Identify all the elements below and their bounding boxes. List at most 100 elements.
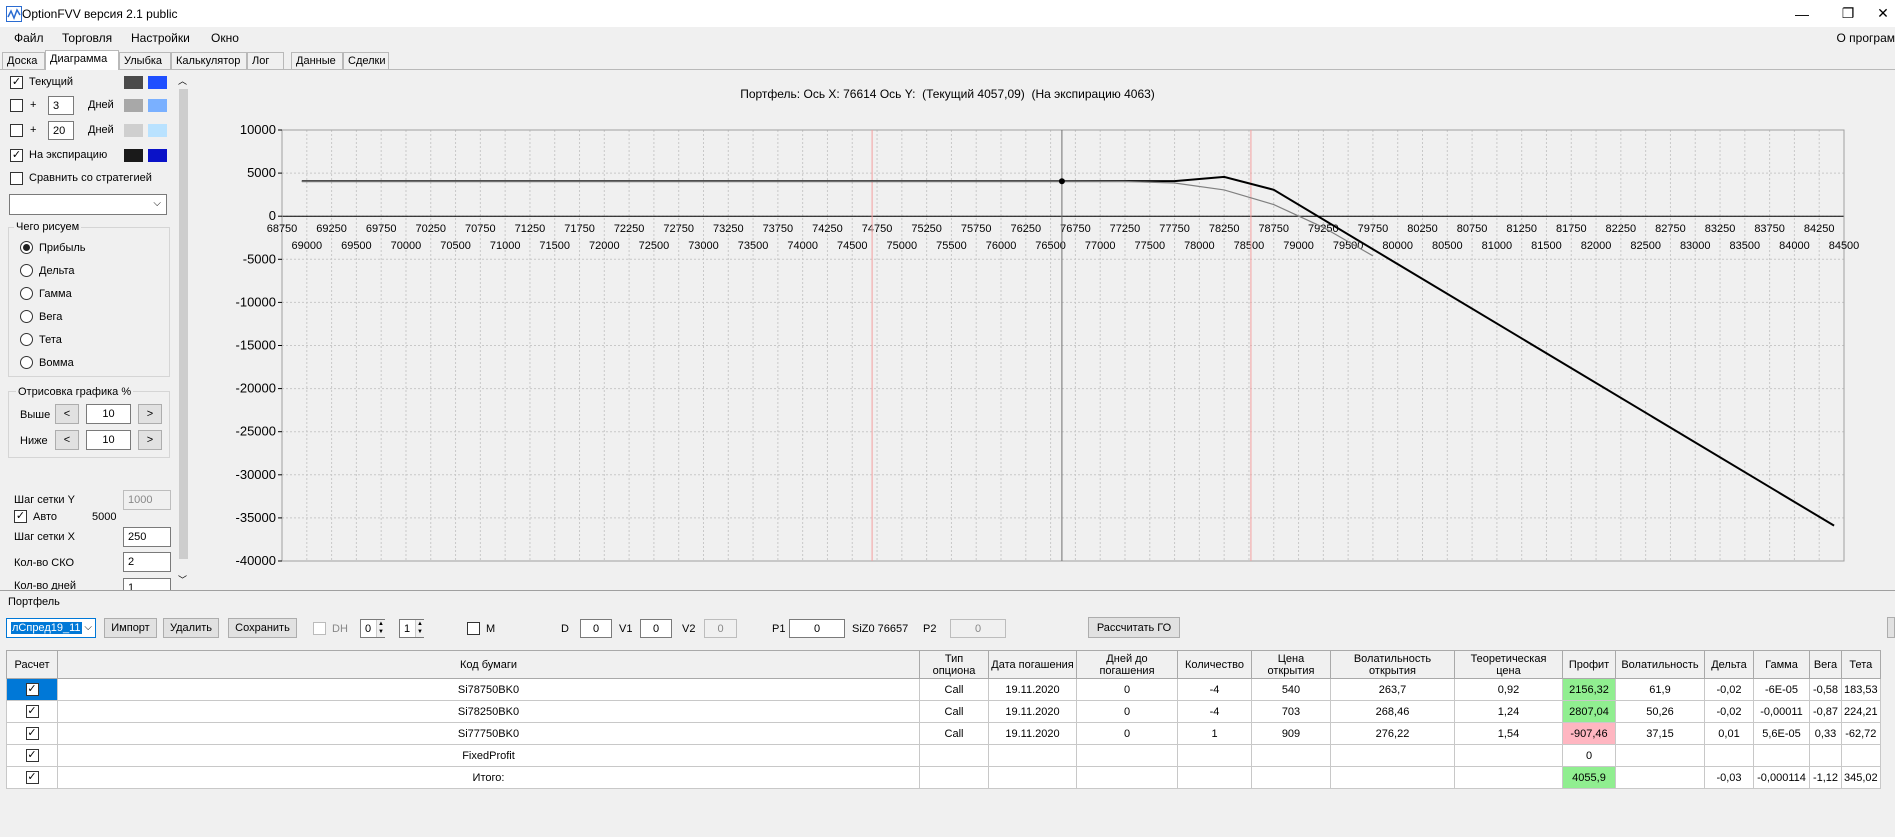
calc-margin-button[interactable]: Рассчитать ГО bbox=[1088, 617, 1180, 638]
x-tick-label: 69500 bbox=[341, 240, 372, 252]
dh-checkbox[interactable] bbox=[313, 622, 326, 635]
x-tick-label: 80750 bbox=[1457, 223, 1488, 235]
cell-vega: -1,12 bbox=[1809, 766, 1842, 789]
col-header-profit[interactable]: Профит bbox=[1562, 650, 1616, 679]
portfolio-select[interactable]: лСпред19_11 ⌵ bbox=[6, 618, 96, 638]
v2-input[interactable]: 0 bbox=[704, 619, 737, 638]
spin1-arrows-icon[interactable]: ▲ ▼ bbox=[376, 620, 385, 637]
calc-cell[interactable]: ✓ bbox=[6, 766, 58, 789]
x-tick-label: 77000 bbox=[1085, 240, 1116, 252]
x-tick-label: 82750 bbox=[1655, 223, 1686, 235]
spin2-arrows-icon[interactable]: ▲ ▼ bbox=[415, 620, 424, 637]
x-tick-label: 74000 bbox=[787, 240, 818, 252]
v1-label: V1 bbox=[619, 623, 633, 635]
cell-days bbox=[1076, 744, 1178, 767]
col-header-delta[interactable]: Дельта bbox=[1704, 650, 1754, 679]
col-header-date[interactable]: Дата погашения bbox=[988, 650, 1077, 679]
x-tick-label: 70500 bbox=[440, 240, 471, 252]
col-header-price[interactable]: Цена открытия bbox=[1251, 650, 1331, 679]
cell-date bbox=[988, 766, 1077, 789]
cell-gamma: 5,6E-05 bbox=[1753, 722, 1810, 745]
x-tick-label: 75000 bbox=[887, 240, 918, 252]
cell-theta: 224,21 bbox=[1841, 700, 1881, 723]
tab-diagram[interactable]: Диаграмма bbox=[45, 50, 119, 70]
cell-code: Si78750BK0 bbox=[57, 678, 920, 701]
delete-button[interactable]: Удалить bbox=[163, 618, 219, 638]
p1-input[interactable]: 0 bbox=[789, 619, 845, 638]
col-header-vega[interactable]: Вега bbox=[1809, 650, 1842, 679]
x-tick-label: 83250 bbox=[1705, 223, 1736, 235]
cell-vol: 61,9 bbox=[1615, 678, 1705, 701]
x-tick-label: 78500 bbox=[1234, 240, 1265, 252]
cell-delta bbox=[1704, 744, 1754, 767]
table-row[interactable]: ✓ Si77750BK0 Call 19.11.2020 0 1 909 276,22 1,54… bbox=[6, 722, 1881, 745]
calc-checkbox[interactable]: ✓ bbox=[25, 771, 39, 784]
calc-cell[interactable]: ✓ bbox=[6, 678, 58, 701]
p2-label: P2 bbox=[923, 623, 937, 635]
calc-cell[interactable]: ✓ bbox=[6, 744, 58, 767]
x-tick-label: 74500 bbox=[837, 240, 868, 252]
cell-qty: 1 bbox=[1177, 722, 1252, 745]
x-tick-label: 79750 bbox=[1358, 223, 1389, 235]
cell-vol: 37,15 bbox=[1615, 722, 1705, 745]
cell-gamma: -0,00011 bbox=[1753, 700, 1810, 723]
p2-input[interactable]: 0 bbox=[950, 619, 1006, 638]
table-row[interactable]: ✓ Si78250BK0 Call 19.11.2020 0 -4 703 268,46 1,2… bbox=[6, 700, 1881, 723]
y-tick-label: -30000 bbox=[236, 467, 276, 482]
col-header-gamma[interactable]: Гамма bbox=[1753, 650, 1810, 679]
d-input[interactable]: 0 bbox=[580, 619, 612, 638]
cell-theta: 345,02 bbox=[1841, 766, 1881, 789]
col-header-days[interactable]: Дней до погашения bbox=[1076, 650, 1178, 679]
calc-cell[interactable]: ✓ bbox=[6, 700, 58, 723]
clipped-button[interactable] bbox=[1887, 617, 1895, 638]
cell-qty: -4 bbox=[1177, 678, 1252, 701]
x-tick-label: 80000 bbox=[1382, 240, 1413, 252]
cell-vega bbox=[1809, 744, 1842, 767]
table-row[interactable]: ✓ Итого: 4055,9 -0,03 -0,000114 -1,12 345,02 bbox=[6, 766, 1881, 789]
cell-vol-open bbox=[1330, 766, 1455, 789]
cell-profit: -907,46 bbox=[1562, 722, 1616, 745]
x-tick-label: 71250 bbox=[515, 223, 546, 235]
col-header-code[interactable]: Код бумаги bbox=[57, 650, 920, 679]
calc-checkbox[interactable]: ✓ bbox=[25, 749, 39, 762]
y-tick-label: -15000 bbox=[236, 338, 276, 353]
calc-cell[interactable]: ✓ bbox=[6, 722, 58, 745]
p1-label: P1 bbox=[772, 623, 786, 635]
table-row[interactable]: ✓ FixedProfit 0 bbox=[6, 744, 1881, 767]
cell-date: 19.11.2020 bbox=[988, 678, 1077, 701]
col-header-vol-open[interactable]: Волатильность открытия bbox=[1330, 650, 1455, 679]
portfolio-select-value: лСпред19_11 bbox=[11, 622, 82, 634]
x-tick-label: 74750 bbox=[862, 223, 893, 235]
cell-type bbox=[919, 744, 989, 767]
col-header-qty[interactable]: Количество bbox=[1177, 650, 1252, 679]
y-tick-label: 10000 bbox=[240, 122, 276, 137]
cell-vol-open: 263,7 bbox=[1330, 678, 1455, 701]
v2-label: V2 bbox=[682, 623, 696, 635]
col-header-theo[interactable]: Теоретическая цена bbox=[1454, 650, 1563, 679]
col-header-vol[interactable]: Волатильность bbox=[1615, 650, 1705, 679]
col-header-theta[interactable]: Тета bbox=[1841, 650, 1881, 679]
m-label: M bbox=[486, 623, 496, 635]
x-tick-label: 75500 bbox=[936, 240, 967, 252]
x-tick-label: 82250 bbox=[1606, 223, 1637, 235]
cell-profit: 2807,04 bbox=[1562, 700, 1616, 723]
cell-code: Итого: bbox=[57, 766, 920, 789]
m-checkbox[interactable] bbox=[467, 622, 480, 635]
import-button[interactable]: Импорт bbox=[104, 618, 157, 638]
calc-checkbox[interactable]: ✓ bbox=[25, 727, 39, 740]
table-row[interactable]: ✓ Si78750BK0 Call 19.11.2020 0 -4 540 263,7 0,92… bbox=[6, 678, 1881, 701]
siz-price: SiZ0 76657 bbox=[852, 623, 909, 635]
x-tick-label: 81750 bbox=[1556, 223, 1587, 235]
cell-type: Call bbox=[919, 678, 989, 701]
current-price-point bbox=[1058, 178, 1065, 185]
x-tick-label: 84000 bbox=[1779, 240, 1810, 252]
x-tick-label: 68750 bbox=[267, 223, 298, 235]
save-button[interactable]: Сохранить bbox=[228, 618, 297, 638]
calc-checkbox[interactable]: ✓ bbox=[25, 683, 39, 696]
col-header-calc[interactable]: Расчет bbox=[6, 650, 58, 679]
calc-checkbox[interactable]: ✓ bbox=[25, 705, 39, 718]
v1-input[interactable]: 0 bbox=[640, 619, 672, 638]
panel-separator bbox=[0, 590, 1895, 591]
col-header-type[interactable]: Тип опциона bbox=[919, 650, 989, 679]
cell-qty bbox=[1177, 766, 1252, 789]
